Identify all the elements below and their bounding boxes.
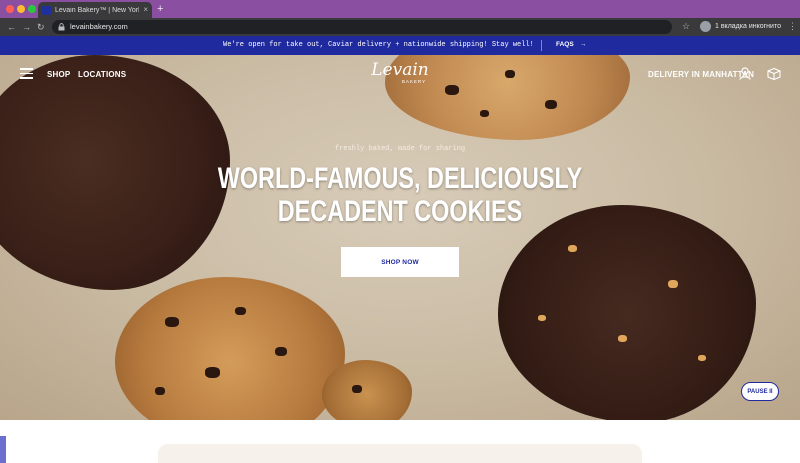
arrow-right-icon: →	[579, 41, 587, 48]
nav-locations[interactable]: LOCATIONS	[78, 70, 126, 79]
address-bar[interactable]	[52, 20, 672, 34]
close-window-icon[interactable]	[6, 5, 14, 13]
hero-tagline: freshly baked, made for sharing	[334, 145, 466, 153]
incognito-label: 1 вкладка инкогнито	[715, 23, 781, 30]
incognito-indicator[interactable]: 1 вкладка инкогнито	[700, 21, 781, 32]
url-text[interactable]: levainbakery.com	[70, 22, 128, 31]
back-icon[interactable]: ←	[7, 21, 16, 33]
faqs-link[interactable]: FAQS →	[556, 41, 586, 48]
hero-section: SHOP LOCATIONS Levain BAKERY DELIVERY IN…	[0, 55, 800, 420]
browser-menu-icon[interactable]: ⋮	[788, 21, 797, 32]
levain-logo[interactable]: Levain BAKERY	[368, 61, 432, 84]
browser-titlebar: Levain Bakery™ | New York Cit × +	[0, 0, 800, 18]
hero-headline-line2: DECADENT COOKIES	[277, 195, 523, 228]
bookmark-star-icon[interactable]: ☆	[682, 21, 690, 32]
tab-title: Levain Bakery™ | New York Cit	[55, 6, 139, 14]
pause-slideshow-button[interactable]: PAUSE II	[741, 382, 779, 401]
faqs-label: FAQS	[556, 41, 574, 48]
minimize-window-icon[interactable]	[17, 5, 25, 13]
incognito-icon	[700, 21, 711, 32]
account-icon[interactable]	[739, 67, 751, 80]
below-hero-area	[0, 420, 800, 463]
side-widget-tab[interactable]	[0, 436, 6, 463]
shop-now-button[interactable]: SHOP NOW	[341, 247, 459, 277]
cart-box-icon[interactable]	[767, 67, 781, 80]
forward-icon[interactable]: →	[22, 21, 31, 33]
favicon-icon	[42, 5, 51, 15]
reload-icon[interactable]: ↻	[37, 21, 45, 33]
cookie-piece-image	[322, 360, 412, 420]
new-tab-icon[interactable]: +	[157, 3, 163, 15]
content-card	[158, 444, 642, 463]
maximize-window-icon[interactable]	[28, 5, 36, 13]
dark-chocolate-cookie-image	[498, 205, 756, 420]
browser-tab[interactable]: Levain Bakery™ | New York Cit ×	[38, 2, 152, 18]
chocolate-chip-cookie-image-2	[115, 277, 345, 420]
announcement-bar: We're open for take out, Caviar delivery…	[0, 36, 800, 55]
tab-close-icon[interactable]: ×	[143, 6, 148, 14]
logo-wordmark: Levain	[371, 60, 429, 80]
announcement-text: We're open for take out, Caviar delivery…	[223, 41, 534, 49]
lock-icon	[58, 23, 65, 31]
nav-shop[interactable]: SHOP	[47, 70, 70, 79]
hero-headline: WORLD-FAMOUS, DELICIOUSLY DECADENT COOKI…	[88, 162, 712, 228]
announcement-divider	[541, 40, 542, 51]
browser-toolbar: ← → ↻ levainbakery.com ☆ 1 вкладка инког…	[0, 18, 800, 36]
menu-icon[interactable]	[20, 68, 33, 79]
hero-headline-line1: WORLD-FAMOUS, DELICIOUSLY	[217, 162, 583, 195]
